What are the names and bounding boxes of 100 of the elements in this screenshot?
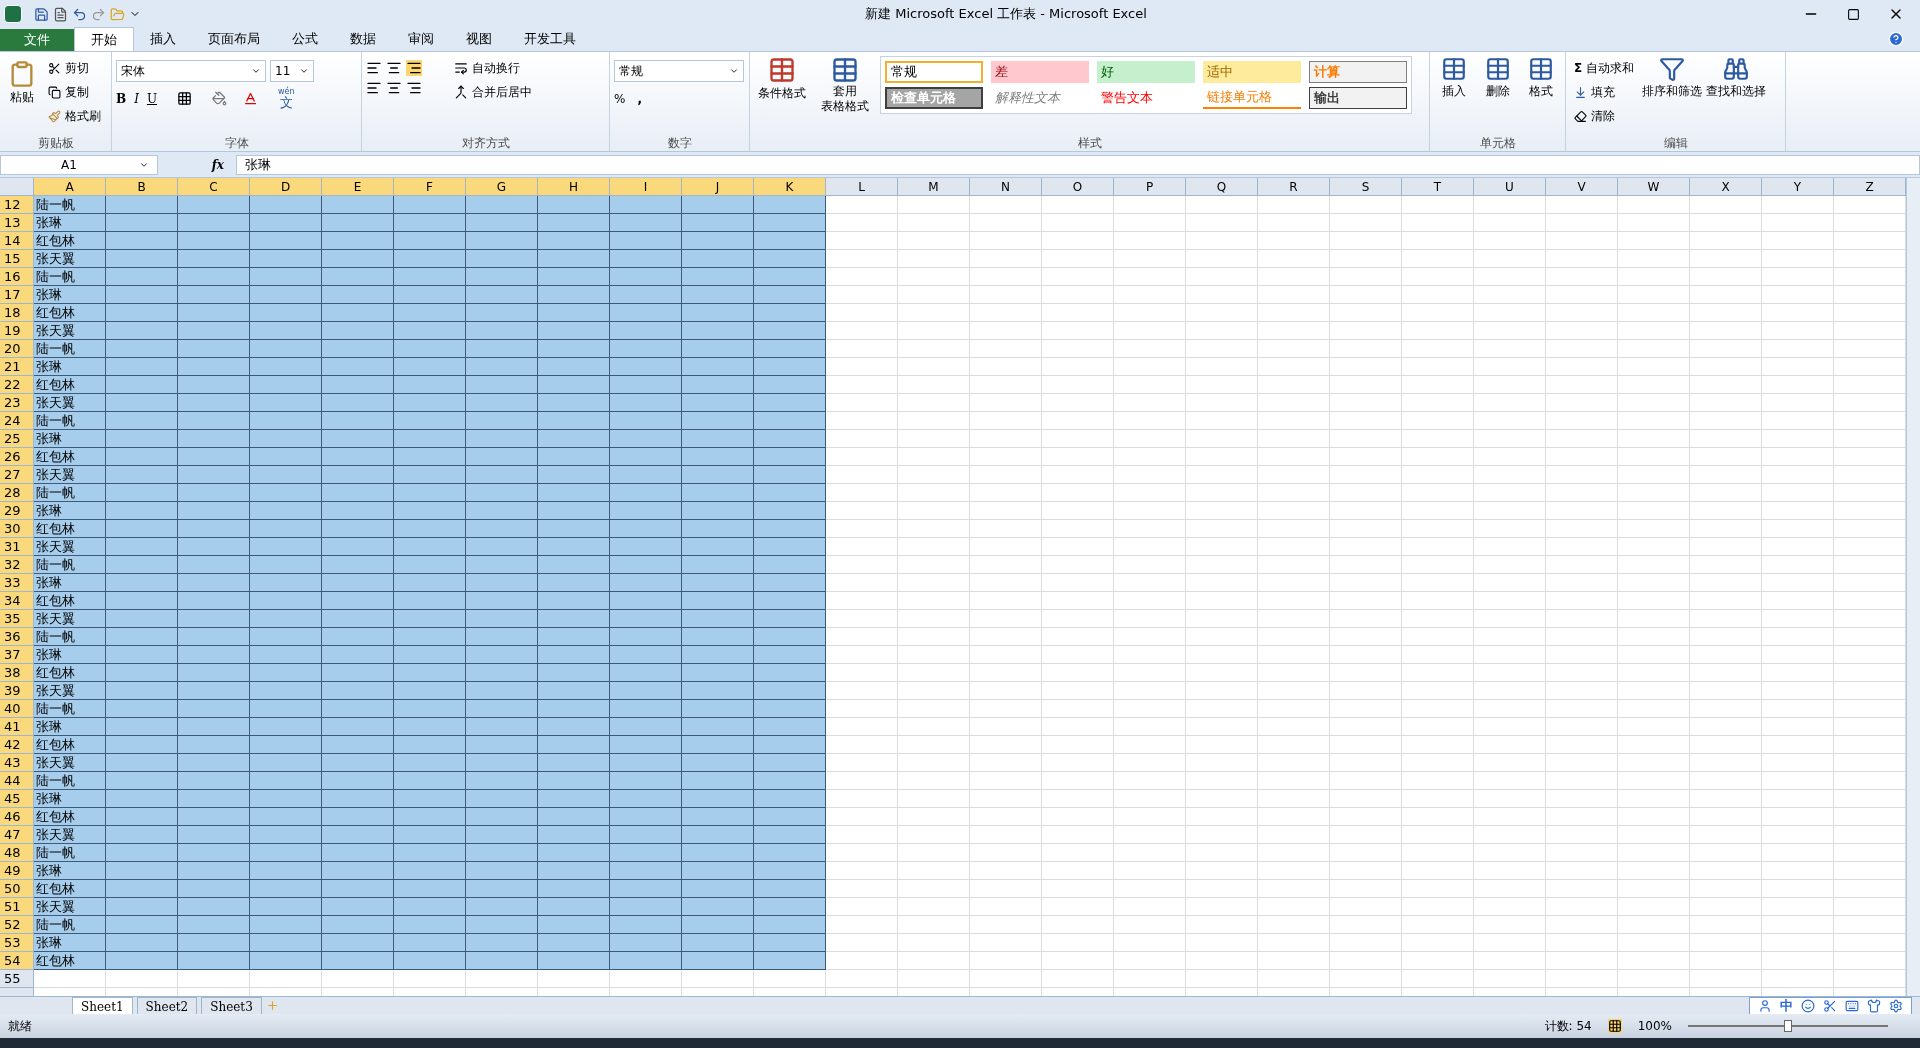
row-header[interactable]: 22 [0, 376, 34, 394]
font-name-field[interactable]: 宋体 [116, 60, 266, 82]
column-header[interactable]: P [1114, 178, 1186, 196]
column-header[interactable]: B [106, 178, 178, 196]
user-icon[interactable] [1758, 998, 1772, 1013]
file-tab[interactable]: 文件 [0, 29, 74, 51]
bottom-align-icon[interactable] [406, 60, 422, 76]
row-header[interactable]: 26 [0, 448, 34, 466]
normal-view-icon[interactable] [1607, 1019, 1622, 1033]
underline-button[interactable]: U [146, 89, 158, 108]
sheet-tab[interactable]: Sheet3 [201, 996, 262, 1015]
ribbon-tab[interactable]: 开始 [74, 27, 134, 51]
cut-button[interactable]: 剪切 [44, 56, 105, 80]
column-header[interactable]: F [394, 178, 466, 196]
column-header[interactable]: O [1042, 178, 1114, 196]
font-color-icon[interactable] [243, 91, 259, 106]
column-header[interactable]: R [1258, 178, 1330, 196]
cell-style-swatch[interactable]: 常规 [885, 61, 983, 83]
row-header[interactable]: 28 [0, 484, 34, 502]
column-header[interactable]: D [250, 178, 322, 196]
cell-style-swatch[interactable]: 好 [1097, 61, 1195, 83]
sheet-tab[interactable]: Sheet2 [136, 996, 198, 1015]
dropdown-caret-icon[interactable] [251, 66, 261, 76]
column-header[interactable]: C [178, 178, 250, 196]
ribbon-tab[interactable]: 插入 [134, 27, 192, 51]
paste-button[interactable]: 粘贴 [4, 56, 40, 106]
row-header[interactable]: 31 [0, 538, 34, 556]
row-header[interactable]: 44 [0, 772, 34, 790]
row-header[interactable]: 37 [0, 646, 34, 664]
row-header[interactable]: 18 [0, 304, 34, 322]
column-header[interactable]: L [826, 178, 898, 196]
column-header[interactable]: S [1330, 178, 1402, 196]
number-format-field[interactable]: 常规 [614, 60, 744, 82]
row-header[interactable]: 30 [0, 520, 34, 538]
row-header[interactable]: 27 [0, 466, 34, 484]
row-header[interactable]: 36 [0, 628, 34, 646]
column-header[interactable]: Q [1186, 178, 1258, 196]
cell-style-swatch[interactable]: 输出 [1309, 87, 1407, 109]
copy-button[interactable]: 复制 [44, 80, 105, 104]
column-header[interactable]: M [898, 178, 970, 196]
settings-icon[interactable] [1889, 998, 1903, 1013]
ime-mode-label[interactable]: 中 [1780, 995, 1793, 1016]
save-icon[interactable] [34, 6, 49, 22]
column-header[interactable]: N [970, 178, 1042, 196]
row-header[interactable]: 19 [0, 322, 34, 340]
row-header[interactable]: 52 [0, 916, 34, 934]
ribbon-tab[interactable]: 公式 [276, 27, 334, 51]
phonetic-button[interactable]: wén 文 [278, 88, 295, 109]
new-file-icon[interactable] [53, 6, 68, 22]
font-size-field[interactable]: 11 [270, 60, 314, 82]
column-header[interactable]: H [538, 178, 610, 196]
column-header[interactable]: X [1690, 178, 1762, 196]
row-header[interactable]: 48 [0, 844, 34, 862]
ribbon-tab[interactable]: 页面布局 [192, 27, 276, 51]
paint-bucket-icon[interactable] [212, 91, 228, 106]
row-header[interactable]: 47 [0, 826, 34, 844]
row-header[interactable]: 55 [0, 970, 34, 988]
middle-align-icon[interactable] [386, 60, 402, 76]
top-align-icon[interactable] [366, 60, 382, 76]
row-header[interactable]: 23 [0, 394, 34, 412]
table-format-button[interactable]: 套用 表格格式 [814, 56, 876, 114]
restore-icon[interactable] [1847, 7, 1860, 21]
clear-button[interactable]: 清除 [1570, 104, 1639, 128]
column-header[interactable]: G [466, 178, 538, 196]
italic-button[interactable]: I [134, 89, 139, 108]
row-header[interactable]: 32 [0, 556, 34, 574]
row-header[interactable]: 33 [0, 574, 34, 592]
row-header[interactable]: 25 [0, 430, 34, 448]
zoom-slider-thumb[interactable] [1784, 1020, 1792, 1032]
cells-button[interactable]: 格式 [1521, 56, 1561, 100]
find-select-button[interactable]: 查找和选择 [1706, 56, 1767, 100]
column-header[interactable]: V [1546, 178, 1618, 196]
format-painter-button[interactable]: 格式刷 [44, 104, 105, 128]
row-header[interactable]: 50 [0, 880, 34, 898]
cell-style-swatch[interactable]: 差 [991, 61, 1089, 83]
row-header[interactable]: 14 [0, 232, 34, 250]
row-header[interactable]: 40 [0, 700, 34, 718]
row-header[interactable]: 12 [0, 196, 34, 214]
shirt-icon[interactable] [1867, 998, 1881, 1013]
conditional-format-button[interactable]: 条件格式 [754, 56, 810, 102]
comma-button[interactable]: , [637, 90, 642, 108]
row-header[interactable]: 16 [0, 268, 34, 286]
align-left-icon[interactable] [366, 80, 382, 96]
column-header[interactable]: Y [1762, 178, 1834, 196]
row-header[interactable]: 13 [0, 214, 34, 232]
row-header[interactable]: 29 [0, 502, 34, 520]
formula-field[interactable]: 张琳 [236, 154, 1920, 175]
smile-icon[interactable] [1801, 998, 1815, 1013]
row-header[interactable]: 17 [0, 286, 34, 304]
ribbon-tab[interactable]: 数据 [334, 27, 392, 51]
borders-icon[interactable] [177, 91, 193, 106]
row-header[interactable]: 51 [0, 898, 34, 916]
function-button[interactable]: fx [162, 155, 232, 174]
ribbon-tab[interactable]: 视图 [450, 27, 508, 51]
row-header[interactable]: 15 [0, 250, 34, 268]
row-header[interactable]: 38 [0, 664, 34, 682]
row-header[interactable]: 43 [0, 754, 34, 772]
row-header[interactable]: 53 [0, 934, 34, 952]
scissors-icon[interactable] [1823, 998, 1837, 1013]
column-header[interactable]: T [1402, 178, 1474, 196]
